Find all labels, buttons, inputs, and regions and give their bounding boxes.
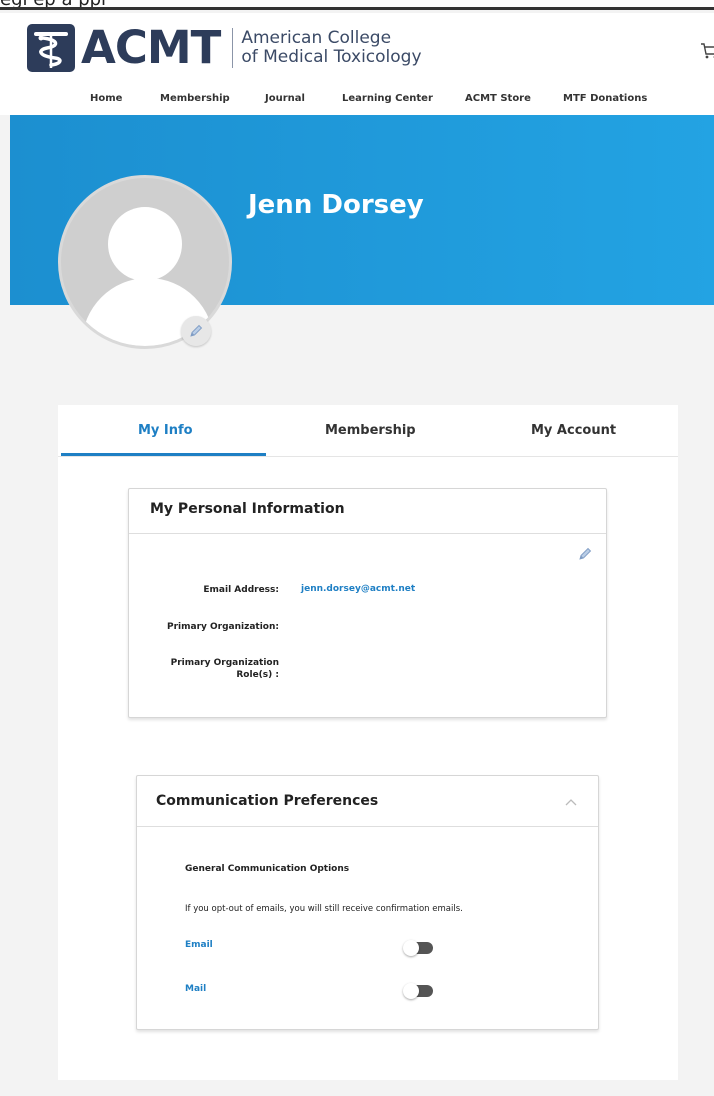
personal-info-panel: My Personal Information Email Address: j… xyxy=(128,488,607,718)
logo-wordmark: ACMT xyxy=(81,21,221,74)
mail-toggle[interactable] xyxy=(403,983,433,999)
pencil-icon xyxy=(190,324,203,337)
site-header: ACMT American College of Medical Toxicol… xyxy=(0,13,714,115)
profile-card: My Info Membership My Account My Persona… xyxy=(58,405,678,1080)
nav-item-acmt-store[interactable]: ACMT Store xyxy=(465,93,531,104)
avatar-edit-button[interactable] xyxy=(181,316,211,346)
email-label: Email Address: xyxy=(203,585,279,595)
primary-org-role-label: Primary Organization Role(s) : xyxy=(129,657,279,681)
nav-item-learning-center[interactable]: Learning Center xyxy=(342,93,433,104)
site-logo[interactable]: ACMT American College of Medical Toxicol… xyxy=(27,24,422,72)
nav-item-membership[interactable]: Membership xyxy=(160,93,230,104)
communication-panel: Communication Preferences General Commun… xyxy=(136,775,599,1030)
tab-membership[interactable]: Membership xyxy=(325,423,416,438)
logo-divider xyxy=(232,28,234,68)
personal-info-title: My Personal Information xyxy=(150,501,345,517)
communication-subheading: General Communication Options xyxy=(185,864,350,874)
top-cropped-strip: egi ep a ppi xyxy=(0,0,714,10)
chevron-up-icon[interactable] xyxy=(565,798,577,806)
nav-item-mtf-donations[interactable]: MTF Donations xyxy=(563,93,647,104)
pencil-icon[interactable] xyxy=(577,546,593,562)
communication-header[interactable]: Communication Preferences xyxy=(137,776,598,827)
communication-title: Communication Preferences xyxy=(156,793,379,809)
caduceus-icon xyxy=(27,24,75,72)
email-option-label: Email xyxy=(185,940,213,950)
active-tab-indicator xyxy=(61,453,266,456)
primary-org-role-line2: Role(s) : xyxy=(236,670,279,680)
personal-info-header: My Personal Information xyxy=(129,489,606,534)
profile-name: Jenn Dorsey xyxy=(248,190,424,220)
mail-option-label: Mail xyxy=(185,984,207,994)
email-value[interactable]: jenn.dorsey@acmt.net xyxy=(301,584,415,594)
email-toggle-knob xyxy=(403,940,419,956)
logo-subtitle: American College of Medical Toxicology xyxy=(241,29,421,67)
nav-item-home[interactable]: Home xyxy=(90,93,122,104)
email-toggle[interactable] xyxy=(403,940,433,956)
communication-note: If you opt-out of emails, you will still… xyxy=(185,904,463,914)
avatar-head-shape xyxy=(108,207,182,281)
primary-org-label: Primary Organization: xyxy=(167,622,279,632)
profile-tabs: My Info Membership My Account xyxy=(58,405,678,457)
top-strip-text: egi ep a ppi xyxy=(0,0,106,7)
main-nav: Home Membership Journal Learning Center … xyxy=(0,93,714,113)
mail-toggle-knob xyxy=(403,983,419,999)
logo-subtitle-line1: American College xyxy=(241,28,392,48)
nav-item-journal[interactable]: Journal xyxy=(265,93,305,104)
tab-my-account[interactable]: My Account xyxy=(531,423,616,438)
cart-icon[interactable] xyxy=(700,41,714,61)
primary-org-role-line1: Primary Organization xyxy=(170,658,279,668)
logo-subtitle-line2: of Medical Toxicology xyxy=(241,47,422,67)
tab-my-info[interactable]: My Info xyxy=(138,423,193,438)
